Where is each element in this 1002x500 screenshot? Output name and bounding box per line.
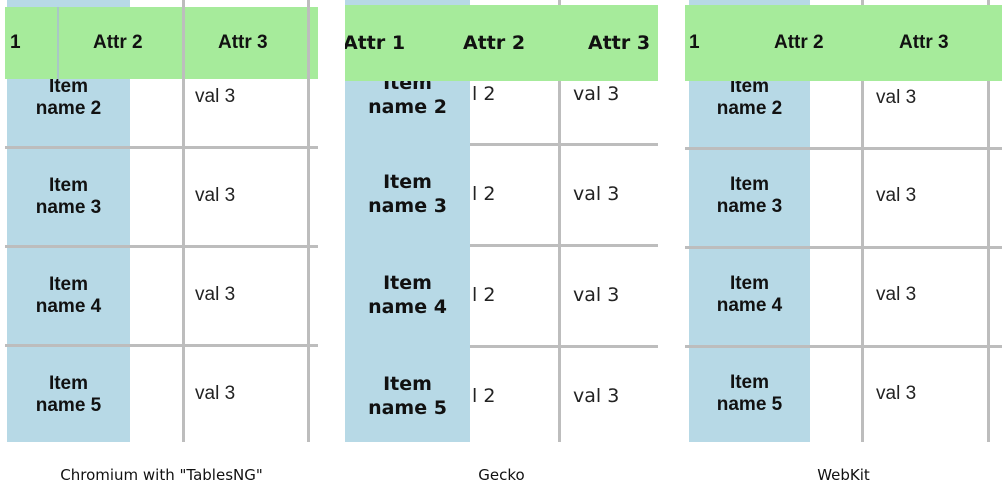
header-cell: Attr 2	[463, 32, 526, 54]
attr2-cell: l 2	[472, 183, 496, 205]
attr3-cell: val 3	[195, 185, 236, 206]
item-name-cell: Item name 5	[368, 373, 447, 419]
item-name-cell: Item name 5	[35, 373, 102, 416]
attr3-cell: val 3	[876, 383, 917, 404]
row-divider	[470, 244, 658, 247]
header-divider	[57, 7, 59, 79]
item-name-cell: Item name 4	[35, 274, 102, 317]
webkit-caption: WebKit	[817, 466, 870, 484]
attr3-cell: val 3	[573, 284, 620, 306]
item-name-cell: Item name 5	[716, 372, 783, 415]
chromium-panel: 1 Attr 2 Attr 3 Item name 2 val 3 Item nam…	[5, 0, 318, 442]
attr2-cell: l 2	[472, 385, 496, 407]
attr3-cell: val 3	[876, 284, 917, 305]
item-name-cell: Item name 4	[716, 273, 783, 316]
item-name-cell: Item name 2	[716, 76, 783, 119]
attr2-cell: l 2	[472, 284, 496, 306]
row-divider	[685, 345, 1002, 348]
row-divider	[5, 344, 318, 347]
header-cell: Attr 3	[218, 32, 268, 53]
row-divider	[5, 245, 318, 248]
header-cell: Attr 2	[774, 32, 824, 53]
item-name-cell: Item name 2	[35, 76, 102, 119]
header-cell: Attr 3	[899, 32, 949, 53]
header-cell: Attr 2	[93, 32, 143, 53]
chromium-caption: Chromium with "TablesNG"	[60, 466, 263, 484]
row-divider	[470, 143, 658, 146]
header-cell: 1	[10, 32, 21, 53]
attr3-cell: val 3	[876, 185, 917, 206]
attr3-cell: val 3	[876, 87, 917, 108]
gecko-panel: Attr 1 Attr 2 Attr 3 Item name 2 l 2 val …	[345, 0, 658, 442]
header-cell: 1	[689, 32, 700, 53]
item-name-cell: Item name 3	[716, 174, 783, 217]
header-cell: Attr 1	[345, 32, 406, 54]
header-divider	[307, 7, 310, 79]
gecko-caption: Gecko	[478, 466, 525, 484]
row-divider	[685, 147, 1002, 150]
attr2-cell: l 2	[472, 83, 496, 105]
table-header: Attr 1 Attr 2 Attr 3	[345, 5, 658, 81]
webkit-panel: 1 Attr 2 Attr 3 Item name 2 val 3 Item nam…	[685, 0, 1002, 442]
attr3-cell: val 3	[573, 83, 620, 105]
attr3-cell: val 3	[573, 183, 620, 205]
item-name-cell: Item name 3	[35, 175, 102, 218]
item-name-cell: Item name 4	[368, 272, 447, 318]
row-divider	[685, 246, 1002, 249]
header-divider	[182, 7, 185, 79]
item-name-cell: Item name 3	[368, 171, 447, 217]
attr3-cell: val 3	[195, 86, 236, 107]
table-header: 1 Attr 2 Attr 3	[685, 5, 1002, 81]
header-cell: Attr 3	[588, 32, 651, 54]
table-header: 1 Attr 2 Attr 3	[5, 7, 318, 79]
row-divider	[5, 146, 318, 149]
attr3-cell: val 3	[573, 385, 620, 407]
attr3-cell: val 3	[195, 383, 236, 404]
row-divider	[470, 345, 658, 348]
attr3-cell: val 3	[195, 284, 236, 305]
